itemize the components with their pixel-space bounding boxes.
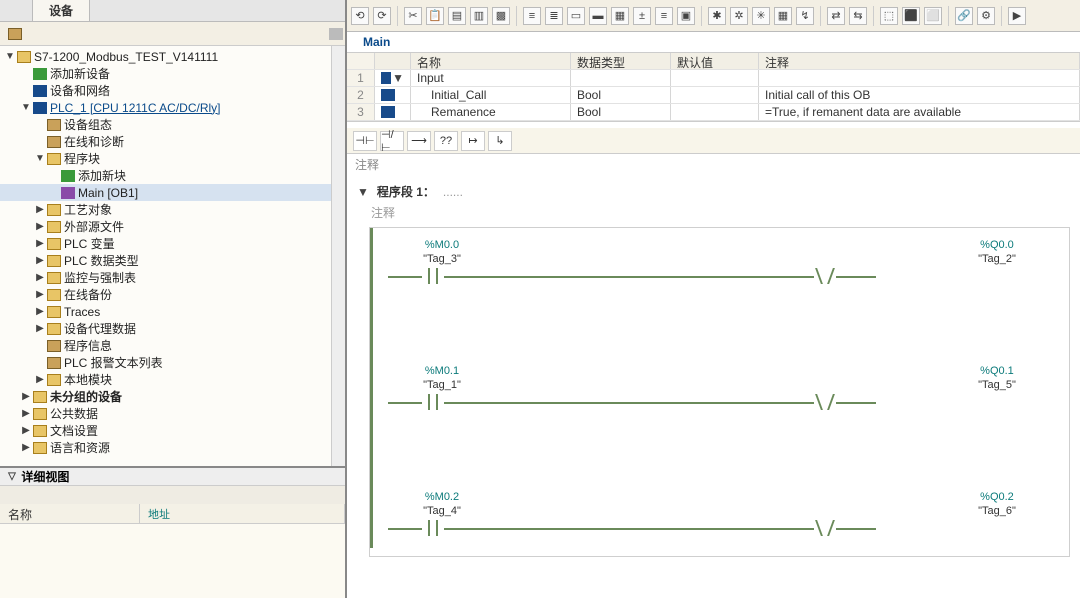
ribbon-button[interactable]: ✂ — [404, 7, 422, 25]
ribbon-button[interactable]: ⇄ — [827, 7, 845, 25]
lad-branch-icon[interactable]: ↦ — [461, 131, 485, 151]
tree-item[interactable]: PLC 数据类型 — [64, 252, 139, 269]
tree-item[interactable]: 程序信息 — [64, 337, 112, 354]
ribbon-button[interactable]: ± — [633, 7, 651, 25]
col-name: 名称 — [411, 53, 571, 69]
tree-item[interactable]: 设备代理数据 — [64, 320, 136, 337]
ladder-diagram[interactable]: %M0.0"Tag_3" %Q0.0"Tag_2" %M0.1"Tag_1" %… — [369, 227, 1070, 557]
block-title: Main — [347, 32, 1080, 53]
ribbon-button[interactable]: ≡ — [655, 7, 673, 25]
contact-no[interactable] — [422, 394, 444, 410]
network-comment: 注释 — [371, 204, 1070, 221]
contact-no[interactable] — [422, 520, 444, 536]
ribbon-button[interactable]: ✱ — [708, 7, 726, 25]
var-icon — [381, 89, 395, 101]
iface-row[interactable]: 1 ▼ Input — [347, 70, 1080, 87]
ribbon-button[interactable]: ▥ — [470, 7, 488, 25]
ladder-toolbar: ⊣⊢ ⊣/⊢ ⟶ ?? ↦ ↳ — [347, 128, 1080, 154]
ribbon-button[interactable]: ▩ — [492, 7, 510, 25]
detail-col-addr: 地址 — [140, 504, 345, 523]
ribbon-button[interactable]: ⇆ — [849, 7, 867, 25]
tree-item-main-ob1[interactable]: Main [OB1] — [78, 186, 138, 200]
tree-item[interactable]: 程序块 — [64, 150, 100, 167]
ladder-note: 注释 — [347, 154, 1080, 175]
detail-col-name: 名称 — [0, 504, 140, 523]
tree-item[interactable]: PLC 变量 — [64, 235, 115, 252]
ribbon-button[interactable]: 🔗 — [955, 7, 973, 25]
ribbon-button[interactable]: ⟲ — [351, 7, 369, 25]
ribbon-button[interactable]: ⬜ — [924, 7, 942, 25]
ribbon-button[interactable]: ≣ — [545, 7, 563, 25]
network-area[interactable]: ▼ 程序段 1： ...... 注释 %M0.0"Tag_3" %Q0.0"Ta… — [347, 175, 1080, 598]
tree-item[interactable]: Traces — [64, 305, 100, 319]
rung[interactable]: %M0.1"Tag_1" %Q0.1"Tag_5" — [388, 364, 1051, 426]
lad-branch2-icon[interactable]: ↳ — [488, 131, 512, 151]
tree-item[interactable]: 在线和诊断 — [64, 133, 124, 150]
tree-item[interactable]: 语言和资源 — [50, 439, 110, 456]
ribbon-button[interactable]: ✲ — [730, 7, 748, 25]
var-icon — [381, 106, 395, 118]
tree-item[interactable]: 监控与强制表 — [64, 269, 136, 286]
tree-item[interactable]: 未分组的设备 — [50, 390, 122, 404]
tree-item[interactable]: 设备组态 — [64, 116, 112, 133]
tree-root[interactable]: S7-1200_Modbus_TEST_V141111 — [34, 50, 218, 64]
iface-row[interactable]: 3 Remanence Bool =True, if remanent data… — [347, 104, 1080, 121]
ribbon-button[interactable]: ↯ — [796, 7, 814, 25]
ribbon-button[interactable]: 📋 — [426, 7, 444, 25]
detail-title: 详细视图 — [21, 468, 69, 485]
ribbon-button[interactable]: ▶ — [1008, 7, 1026, 25]
lad-contact-no-icon[interactable]: ⊣⊢ — [353, 131, 377, 151]
ribbon-button[interactable]: ✳ — [752, 7, 770, 25]
iface-row[interactable]: 2 Initial_Call Bool Initial call of this… — [347, 87, 1080, 104]
col-type: 数据类型 — [571, 53, 671, 69]
tree-item[interactable]: 本地模块 — [64, 371, 112, 388]
coil[interactable] — [814, 394, 836, 410]
left-tab-bar: 设备 — [0, 0, 345, 22]
detail-view: ▽ 详细视图 名称 地址 — [0, 468, 345, 598]
tree-item[interactable]: PLC 报警文本列表 — [64, 354, 163, 371]
var-icon — [381, 72, 391, 84]
ribbon-button[interactable]: ⬚ — [880, 7, 898, 25]
network-title: 程序段 1： — [377, 183, 435, 200]
tree-item[interactable]: 工艺对象 — [64, 201, 112, 218]
tree-plc-node[interactable]: PLC_1 [CPU 1211C AC/DC/Rly] — [50, 101, 221, 115]
tree-item[interactable]: 外部源文件 — [64, 218, 124, 235]
col-default: 默认值 — [671, 53, 759, 69]
tree-item[interactable]: 设备和网络 — [50, 82, 110, 99]
ribbon-button[interactable]: ⚙ — [977, 7, 995, 25]
col-comment: 注释 — [759, 53, 1080, 69]
tree-item[interactable]: 添加新设备 — [50, 65, 110, 82]
tree-collapse-icon[interactable] — [327, 25, 345, 43]
rung[interactable]: %M0.2"Tag_4" %Q0.2"Tag_6" — [388, 490, 1051, 552]
ribbon-button[interactable]: ⬛ — [902, 7, 920, 25]
contact-no[interactable] — [422, 268, 444, 284]
ribbon-button[interactable]: ▦ — [774, 7, 792, 25]
tree-item[interactable]: 公共数据 — [50, 405, 98, 422]
lad-coil-icon[interactable]: ⟶ — [407, 131, 431, 151]
tree-item[interactable]: 添加新块 — [78, 167, 126, 184]
tree-item[interactable]: 在线备份 — [64, 286, 112, 303]
devices-tab[interactable]: 设备 — [32, 0, 90, 21]
editor-ribbon: ⟲ ⟳ ✂ 📋 ▤ ▥ ▩ ≡ ≣ ▭ ▬ ▦ ± ≡ ▣ ✱ ✲ ✳ ▦ ↯ … — [347, 0, 1080, 32]
tree-item[interactable]: 文档设置 — [50, 422, 98, 439]
ribbon-button[interactable]: ▣ — [677, 7, 695, 25]
editor-area: ⟲ ⟳ ✂ 📋 ▤ ▥ ▩ ≡ ≣ ▭ ▬ ▦ ± ≡ ▣ ✱ ✲ ✳ ▦ ↯ … — [347, 0, 1080, 598]
ribbon-button[interactable]: ≡ — [523, 7, 541, 25]
ribbon-button[interactable]: ▦ — [611, 7, 629, 25]
coil[interactable] — [814, 268, 836, 284]
interface-table[interactable]: 名称 数据类型 默认值 注释 1 ▼ Input 2 Initial_Call … — [347, 53, 1080, 122]
scrollbar[interactable] — [331, 46, 345, 466]
rung[interactable]: %M0.0"Tag_3" %Q0.0"Tag_2" — [388, 238, 1051, 300]
ribbon-button[interactable]: ▬ — [589, 7, 607, 25]
coil[interactable] — [814, 520, 836, 536]
project-tree[interactable]: ▼S7-1200_Modbus_TEST_V141111 添加新设备 设备和网络… — [0, 46, 345, 468]
ribbon-button[interactable]: ▤ — [448, 7, 466, 25]
ribbon-button[interactable]: ▭ — [567, 7, 585, 25]
lad-box-icon[interactable]: ?? — [434, 131, 458, 151]
left-toolbar — [0, 22, 345, 46]
tree-mode-icon[interactable] — [6, 25, 24, 43]
lad-contact-nc-icon[interactable]: ⊣/⊢ — [380, 131, 404, 151]
project-navigator: 设备 ▼S7-1200_Modbus_TEST_V141111 添加新设备 设备… — [0, 0, 347, 598]
ribbon-button[interactable]: ⟳ — [373, 7, 391, 25]
